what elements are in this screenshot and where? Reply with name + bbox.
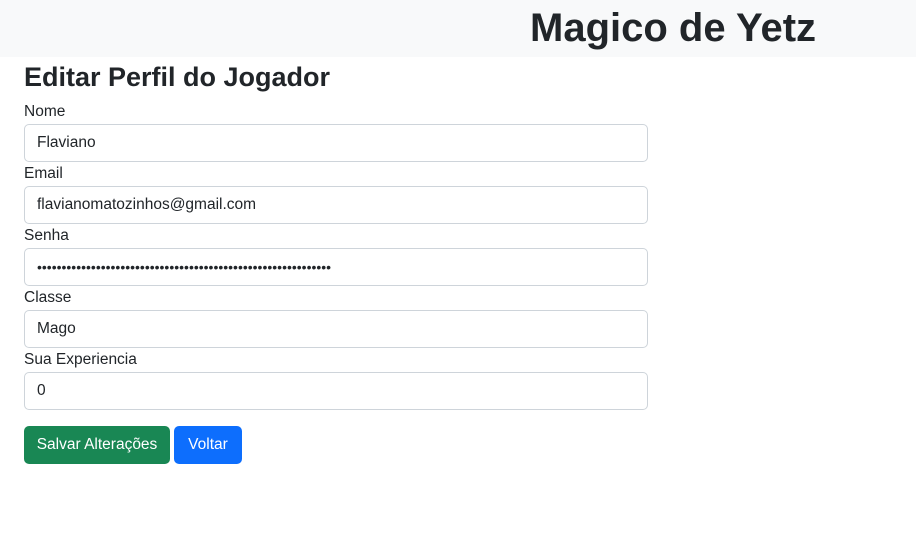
name-input[interactable] bbox=[24, 124, 648, 162]
name-label: Nome bbox=[24, 103, 66, 120]
top-navbar: Magico de Yetz bbox=[0, 0, 916, 57]
email-label: Email bbox=[24, 165, 63, 182]
class-label: Classe bbox=[24, 289, 72, 306]
save-changes-button[interactable]: Salvar Alterações bbox=[24, 426, 170, 464]
experience-label: Sua Experiencia bbox=[24, 351, 137, 368]
password-label: Senha bbox=[24, 227, 69, 244]
brand-title[interactable]: Magico de Yetz bbox=[530, 4, 816, 52]
experience-input[interactable] bbox=[24, 372, 648, 410]
back-button[interactable]: Voltar bbox=[174, 426, 242, 464]
password-input[interactable] bbox=[24, 248, 648, 286]
page-title: Editar Perfil do Jogador bbox=[24, 62, 331, 92]
email-input[interactable] bbox=[24, 186, 648, 224]
class-input[interactable] bbox=[24, 310, 648, 348]
